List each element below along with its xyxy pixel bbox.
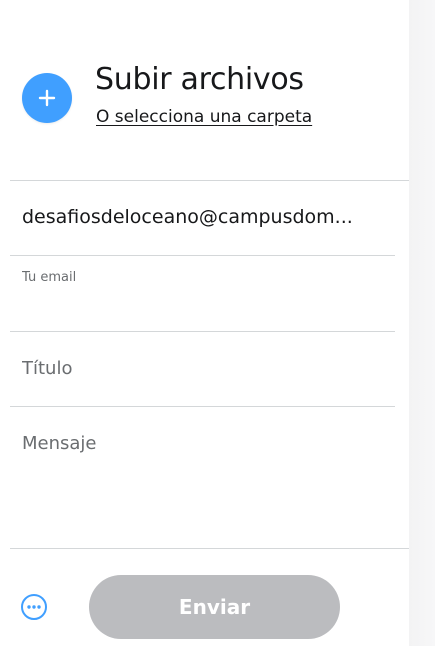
upload-area[interactable]: Subir archivos O selecciona una carpeta	[22, 62, 402, 136]
background-edge	[409, 0, 435, 646]
more-options-button[interactable]	[20, 593, 48, 621]
divider	[10, 255, 395, 256]
send-button[interactable]: Enviar	[89, 575, 340, 639]
divider	[10, 406, 395, 407]
divider	[10, 331, 395, 332]
divider	[10, 180, 409, 181]
ellipsis-circle-icon	[21, 594, 47, 620]
upload-title: Subir archivos	[95, 62, 304, 97]
divider	[10, 548, 409, 549]
add-files-button[interactable]	[22, 73, 72, 123]
title-input[interactable]: Título	[22, 358, 397, 379]
email-label: Tu email	[22, 270, 77, 285]
transfer-panel: Subir archivos O selecciona una carpeta …	[0, 0, 409, 646]
email-field[interactable]: desafiosdeloceano@campusdom...	[22, 206, 397, 228]
select-folder-link[interactable]: O selecciona una carpeta	[96, 107, 312, 127]
message-textarea[interactable]: Mensaje	[22, 433, 397, 533]
plus-icon	[38, 89, 56, 107]
